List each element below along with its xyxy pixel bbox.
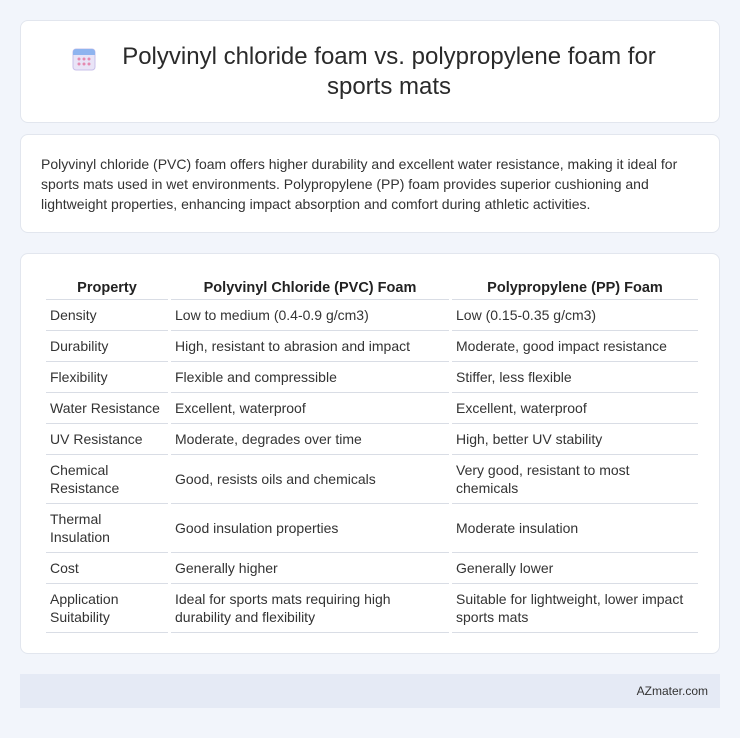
table-header-row: Property Polyvinyl Chloride (PVC) Foam P… [46,274,698,300]
table-row: Application Suitability Ideal for sports… [46,584,698,633]
property-cell: Density [46,300,168,331]
pp-cell: Low (0.15-0.35 g/cm3) [452,300,698,331]
pp-cell: High, better UV stability [452,424,698,455]
summary-card: Polyvinyl chloride (PVC) foam offers hig… [20,134,720,233]
pvc-cell: Generally higher [171,553,449,584]
pvc-cell: Good, resists oils and chemicals [171,455,449,504]
pp-cell: Very good, resistant to most chemicals [452,455,698,504]
comparison-table: Property Polyvinyl Chloride (PVC) Foam P… [43,274,701,633]
property-cell: Cost [46,553,168,584]
property-cell: Durability [46,331,168,362]
pvc-cell: Moderate, degrades over time [171,424,449,455]
table-row: Flexibility Flexible and compressible St… [46,362,698,393]
pvc-cell: Ideal for sports mats requiring high dur… [171,584,449,633]
pvc-cell: Good insulation properties [171,504,449,553]
property-cell: Flexibility [46,362,168,393]
property-cell: Application Suitability [46,584,168,633]
footer: AZmater.com [20,674,720,708]
pp-cell: Stiffer, less flexible [452,362,698,393]
pvc-cell: Flexible and compressible [171,362,449,393]
calendar-icon [72,48,96,70]
header-pp: Polypropylene (PP) Foam [452,274,698,300]
pp-cell: Suitable for lightweight, lower impact s… [452,584,698,633]
property-cell: UV Resistance [46,424,168,455]
pp-cell: Generally lower [452,553,698,584]
table-row: UV Resistance Moderate, degrades over ti… [46,424,698,455]
title-card: Polyvinyl chloride foam vs. polypropylen… [20,20,720,123]
pvc-cell: High, resistant to abrasion and impact [171,331,449,362]
table-row: Density Low to medium (0.4-0.9 g/cm3) Lo… [46,300,698,331]
table-row: Durability High, resistant to abrasion a… [46,331,698,362]
page-title: Polyvinyl chloride foam vs. polypropylen… [122,42,656,100]
pvc-cell: Low to medium (0.4-0.9 g/cm3) [171,300,449,331]
property-cell: Chemical Resistance [46,455,168,504]
table-row: Thermal Insulation Good insulation prope… [46,504,698,553]
table-row: Chemical Resistance Good, resists oils a… [46,455,698,504]
property-cell: Water Resistance [46,393,168,424]
pvc-cell: Excellent, waterproof [171,393,449,424]
footer-brand: AZmater.com [636,684,708,698]
table-row: Water Resistance Excellent, waterproof E… [46,393,698,424]
title-wrap: Polyvinyl chloride foam vs. polypropylen… [71,42,669,102]
comparison-table-card: Property Polyvinyl Chloride (PVC) Foam P… [20,253,720,654]
pp-cell: Moderate insulation [452,504,698,553]
pp-cell: Excellent, waterproof [452,393,698,424]
property-cell: Thermal Insulation [46,504,168,553]
summary-text: Polyvinyl chloride (PVC) foam offers hig… [41,156,678,212]
header-property: Property [46,274,168,300]
header-pvc: Polyvinyl Chloride (PVC) Foam [171,274,449,300]
pp-cell: Moderate, good impact resistance [452,331,698,362]
table-row: Cost Generally higher Generally lower [46,553,698,584]
